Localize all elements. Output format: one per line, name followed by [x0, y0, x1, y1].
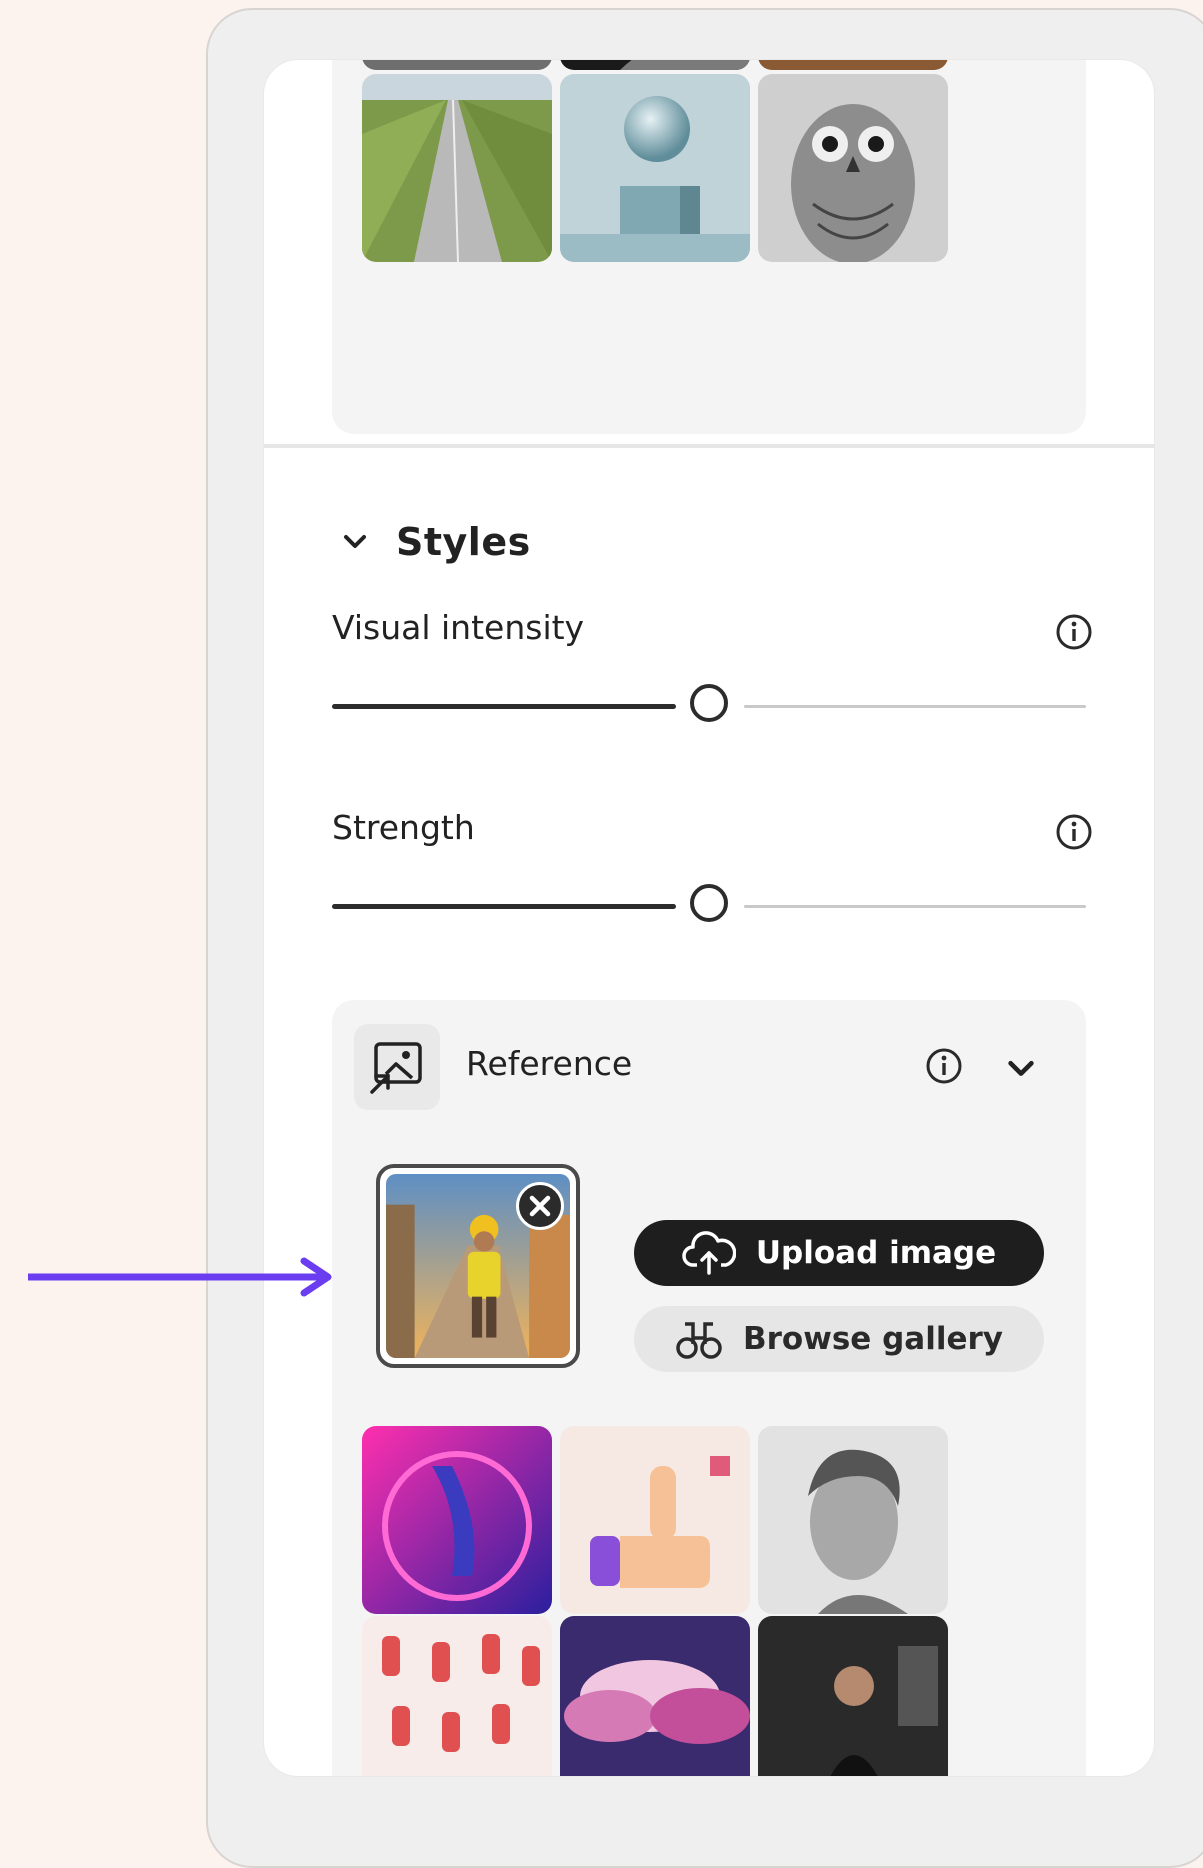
slider-handle[interactable] — [690, 884, 728, 922]
remove-reference-button[interactable] — [516, 1182, 564, 1230]
reference-label: Reference — [466, 1044, 633, 1083]
slider-track — [744, 705, 1086, 708]
upload-cloud-icon — [682, 1231, 736, 1275]
reference-image-icon — [370, 1042, 422, 1094]
strength-label: Strength — [332, 808, 475, 847]
gallery-thumb-portrait-sketch[interactable] — [758, 1426, 948, 1614]
gallery-thumb-pattern[interactable] — [362, 1616, 552, 1776]
settings-panel: Styles Visual intensity Strength Referen… — [264, 60, 1154, 1776]
chevron-down-icon[interactable] — [1006, 1054, 1036, 1084]
visual-intensity-label: Visual intensity — [332, 608, 585, 647]
browse-gallery-button[interactable]: Browse gallery — [634, 1306, 1044, 1372]
selected-reference-image[interactable] — [376, 1164, 580, 1368]
close-icon — [529, 1195, 551, 1217]
binoculars-icon — [676, 1322, 722, 1359]
info-icon[interactable] — [924, 1046, 964, 1086]
visual-intensity-slider[interactable] — [332, 684, 1086, 728]
style-thumb-road[interactable] — [362, 74, 552, 262]
slider-track-filled — [332, 904, 676, 909]
strength-slider[interactable] — [332, 884, 1086, 928]
slider-track — [744, 905, 1086, 908]
reference-card: Reference Upload image Browse gallery — [332, 1000, 1086, 1776]
chevron-down-icon — [344, 535, 366, 548]
reference-icon-box — [354, 1024, 440, 1110]
slider-track-filled — [332, 704, 676, 709]
gallery-thumb-neon[interactable] — [362, 1426, 552, 1614]
gallery-thumb-thumbs-up[interactable] — [560, 1426, 750, 1614]
browse-gallery-label: Browse gallery — [742, 1321, 1003, 1357]
slider-handle[interactable] — [690, 684, 728, 722]
info-icon[interactable] — [1054, 812, 1094, 852]
style-thumb-dark[interactable] — [560, 60, 750, 70]
gallery-thumb-clouds[interactable] — [560, 1616, 750, 1776]
arrow-right-icon — [28, 1257, 332, 1297]
styles-section-title: Styles — [396, 520, 531, 564]
upload-image-button[interactable]: Upload image — [634, 1220, 1044, 1286]
style-thumb-owl[interactable] — [758, 74, 948, 262]
upload-image-label: Upload image — [755, 1235, 997, 1271]
info-icon[interactable] — [1054, 612, 1094, 652]
style-thumbnails-section — [332, 60, 1086, 434]
style-thumb-3d-shapes[interactable] — [560, 74, 750, 262]
style-thumb-interior[interactable] — [758, 60, 948, 70]
section-divider — [264, 444, 1154, 448]
gallery-thumb-person[interactable] — [758, 1616, 948, 1776]
styles-accordion-header[interactable]: Styles — [342, 520, 531, 564]
style-thumb-sketch[interactable] — [362, 60, 552, 70]
